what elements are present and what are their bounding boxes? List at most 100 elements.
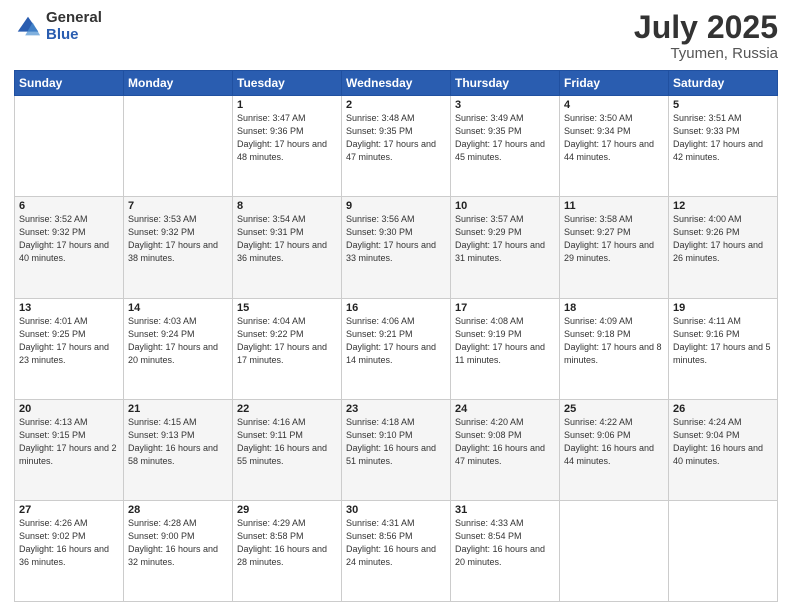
day-info: Sunrise: 4:24 AM Sunset: 9:04 PM Dayligh… bbox=[673, 416, 773, 468]
table-row: 26Sunrise: 4:24 AM Sunset: 9:04 PM Dayli… bbox=[669, 399, 778, 500]
day-info: Sunrise: 4:16 AM Sunset: 9:11 PM Dayligh… bbox=[237, 416, 337, 468]
table-row: 17Sunrise: 4:08 AM Sunset: 9:19 PM Dayli… bbox=[451, 298, 560, 399]
table-row: 31Sunrise: 4:33 AM Sunset: 8:54 PM Dayli… bbox=[451, 500, 560, 601]
logo: General Blue bbox=[14, 10, 102, 43]
day-info: Sunrise: 3:56 AM Sunset: 9:30 PM Dayligh… bbox=[346, 213, 446, 265]
day-number: 21 bbox=[128, 403, 228, 415]
header-thursday: Thursday bbox=[451, 71, 560, 96]
day-number: 14 bbox=[128, 302, 228, 314]
table-row bbox=[15, 96, 124, 197]
day-number: 16 bbox=[346, 302, 446, 314]
calendar-week-row: 27Sunrise: 4:26 AM Sunset: 9:02 PM Dayli… bbox=[15, 500, 778, 601]
day-info: Sunrise: 4:04 AM Sunset: 9:22 PM Dayligh… bbox=[237, 315, 337, 367]
day-number: 26 bbox=[673, 403, 773, 415]
logo-general-label: General bbox=[46, 10, 102, 27]
day-number: 7 bbox=[128, 200, 228, 212]
day-number: 13 bbox=[19, 302, 119, 314]
table-row: 9Sunrise: 3:56 AM Sunset: 9:30 PM Daylig… bbox=[342, 197, 451, 298]
calendar-week-row: 20Sunrise: 4:13 AM Sunset: 9:15 PM Dayli… bbox=[15, 399, 778, 500]
day-number: 23 bbox=[346, 403, 446, 415]
table-row bbox=[124, 96, 233, 197]
day-info: Sunrise: 3:47 AM Sunset: 9:36 PM Dayligh… bbox=[237, 112, 337, 164]
day-info: Sunrise: 4:31 AM Sunset: 8:56 PM Dayligh… bbox=[346, 517, 446, 569]
table-row: 28Sunrise: 4:28 AM Sunset: 9:00 PM Dayli… bbox=[124, 500, 233, 601]
day-number: 3 bbox=[455, 99, 555, 111]
day-number: 25 bbox=[564, 403, 664, 415]
day-number: 11 bbox=[564, 200, 664, 212]
calendar-week-row: 6Sunrise: 3:52 AM Sunset: 9:32 PM Daylig… bbox=[15, 197, 778, 298]
day-info: Sunrise: 4:18 AM Sunset: 9:10 PM Dayligh… bbox=[346, 416, 446, 468]
day-info: Sunrise: 4:20 AM Sunset: 9:08 PM Dayligh… bbox=[455, 416, 555, 468]
day-info: Sunrise: 4:09 AM Sunset: 9:18 PM Dayligh… bbox=[564, 315, 664, 367]
day-info: Sunrise: 3:54 AM Sunset: 9:31 PM Dayligh… bbox=[237, 213, 337, 265]
day-number: 17 bbox=[455, 302, 555, 314]
page: General Blue July 2025 Tyumen, Russia Su… bbox=[0, 0, 792, 612]
table-row: 27Sunrise: 4:26 AM Sunset: 9:02 PM Dayli… bbox=[15, 500, 124, 601]
table-row: 7Sunrise: 3:53 AM Sunset: 9:32 PM Daylig… bbox=[124, 197, 233, 298]
day-number: 28 bbox=[128, 504, 228, 516]
table-row bbox=[669, 500, 778, 601]
day-info: Sunrise: 4:15 AM Sunset: 9:13 PM Dayligh… bbox=[128, 416, 228, 468]
table-row: 21Sunrise: 4:15 AM Sunset: 9:13 PM Dayli… bbox=[124, 399, 233, 500]
table-row: 19Sunrise: 4:11 AM Sunset: 9:16 PM Dayli… bbox=[669, 298, 778, 399]
table-row bbox=[560, 500, 669, 601]
table-row: 10Sunrise: 3:57 AM Sunset: 9:29 PM Dayli… bbox=[451, 197, 560, 298]
table-row: 30Sunrise: 4:31 AM Sunset: 8:56 PM Dayli… bbox=[342, 500, 451, 601]
day-number: 4 bbox=[564, 99, 664, 111]
day-number: 6 bbox=[19, 200, 119, 212]
table-row: 24Sunrise: 4:20 AM Sunset: 9:08 PM Dayli… bbox=[451, 399, 560, 500]
day-number: 27 bbox=[19, 504, 119, 516]
day-info: Sunrise: 3:52 AM Sunset: 9:32 PM Dayligh… bbox=[19, 213, 119, 265]
day-number: 30 bbox=[346, 504, 446, 516]
day-info: Sunrise: 4:22 AM Sunset: 9:06 PM Dayligh… bbox=[564, 416, 664, 468]
logo-text: General Blue bbox=[46, 10, 102, 43]
day-info: Sunrise: 3:53 AM Sunset: 9:32 PM Dayligh… bbox=[128, 213, 228, 265]
header-wednesday: Wednesday bbox=[342, 71, 451, 96]
day-number: 15 bbox=[237, 302, 337, 314]
day-info: Sunrise: 3:48 AM Sunset: 9:35 PM Dayligh… bbox=[346, 112, 446, 164]
day-info: Sunrise: 4:00 AM Sunset: 9:26 PM Dayligh… bbox=[673, 213, 773, 265]
table-row: 4Sunrise: 3:50 AM Sunset: 9:34 PM Daylig… bbox=[560, 96, 669, 197]
weekday-header-row: Sunday Monday Tuesday Wednesday Thursday… bbox=[15, 71, 778, 96]
day-info: Sunrise: 4:28 AM Sunset: 9:00 PM Dayligh… bbox=[128, 517, 228, 569]
header-tuesday: Tuesday bbox=[233, 71, 342, 96]
table-row: 13Sunrise: 4:01 AM Sunset: 9:25 PM Dayli… bbox=[15, 298, 124, 399]
day-number: 8 bbox=[237, 200, 337, 212]
day-number: 10 bbox=[455, 200, 555, 212]
day-info: Sunrise: 4:06 AM Sunset: 9:21 PM Dayligh… bbox=[346, 315, 446, 367]
day-number: 19 bbox=[673, 302, 773, 314]
day-info: Sunrise: 4:11 AM Sunset: 9:16 PM Dayligh… bbox=[673, 315, 773, 367]
calendar-week-row: 13Sunrise: 4:01 AM Sunset: 9:25 PM Dayli… bbox=[15, 298, 778, 399]
header-saturday: Saturday bbox=[669, 71, 778, 96]
day-info: Sunrise: 3:50 AM Sunset: 9:34 PM Dayligh… bbox=[564, 112, 664, 164]
table-row: 11Sunrise: 3:58 AM Sunset: 9:27 PM Dayli… bbox=[560, 197, 669, 298]
day-info: Sunrise: 3:58 AM Sunset: 9:27 PM Dayligh… bbox=[564, 213, 664, 265]
table-row: 5Sunrise: 3:51 AM Sunset: 9:33 PM Daylig… bbox=[669, 96, 778, 197]
calendar-location: Tyumen, Russia bbox=[634, 45, 778, 62]
table-row: 6Sunrise: 3:52 AM Sunset: 9:32 PM Daylig… bbox=[15, 197, 124, 298]
day-info: Sunrise: 4:33 AM Sunset: 8:54 PM Dayligh… bbox=[455, 517, 555, 569]
day-number: 1 bbox=[237, 99, 337, 111]
table-row: 18Sunrise: 4:09 AM Sunset: 9:18 PM Dayli… bbox=[560, 298, 669, 399]
header-friday: Friday bbox=[560, 71, 669, 96]
calendar-title: July 2025 bbox=[634, 10, 778, 45]
table-row: 15Sunrise: 4:04 AM Sunset: 9:22 PM Dayli… bbox=[233, 298, 342, 399]
day-info: Sunrise: 4:13 AM Sunset: 9:15 PM Dayligh… bbox=[19, 416, 119, 468]
calendar-table: Sunday Monday Tuesday Wednesday Thursday… bbox=[14, 70, 778, 602]
table-row: 14Sunrise: 4:03 AM Sunset: 9:24 PM Dayli… bbox=[124, 298, 233, 399]
day-number: 12 bbox=[673, 200, 773, 212]
table-row: 3Sunrise: 3:49 AM Sunset: 9:35 PM Daylig… bbox=[451, 96, 560, 197]
title-block: July 2025 Tyumen, Russia bbox=[634, 10, 778, 62]
table-row: 2Sunrise: 3:48 AM Sunset: 9:35 PM Daylig… bbox=[342, 96, 451, 197]
logo-blue-label: Blue bbox=[46, 27, 102, 44]
table-row: 16Sunrise: 4:06 AM Sunset: 9:21 PM Dayli… bbox=[342, 298, 451, 399]
day-number: 29 bbox=[237, 504, 337, 516]
logo-icon bbox=[14, 13, 42, 41]
day-info: Sunrise: 3:49 AM Sunset: 9:35 PM Dayligh… bbox=[455, 112, 555, 164]
header: General Blue July 2025 Tyumen, Russia bbox=[14, 10, 778, 62]
table-row: 25Sunrise: 4:22 AM Sunset: 9:06 PM Dayli… bbox=[560, 399, 669, 500]
table-row: 20Sunrise: 4:13 AM Sunset: 9:15 PM Dayli… bbox=[15, 399, 124, 500]
day-number: 31 bbox=[455, 504, 555, 516]
table-row: 8Sunrise: 3:54 AM Sunset: 9:31 PM Daylig… bbox=[233, 197, 342, 298]
day-number: 24 bbox=[455, 403, 555, 415]
